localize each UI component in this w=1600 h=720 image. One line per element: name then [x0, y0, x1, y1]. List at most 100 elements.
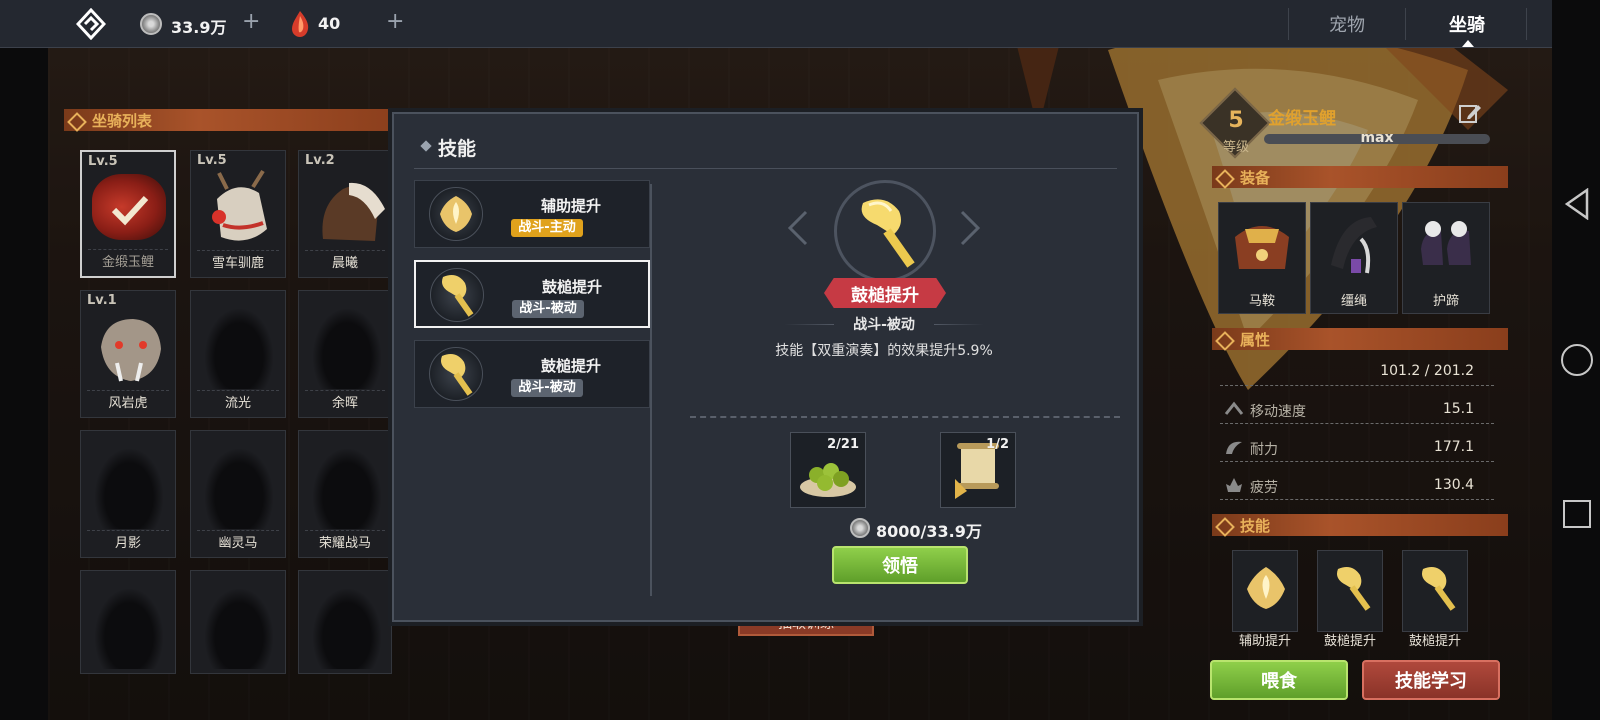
skill-icon-frame	[430, 268, 484, 322]
mount-slot[interactable]: 余晖	[298, 290, 392, 418]
add-silver-coin-button[interactable]: +	[242, 9, 260, 34]
slot-divider	[88, 249, 168, 250]
mount-name: 晨曦	[331, 256, 358, 271]
skill-list-item[interactable]: 鼓槌提升 战斗-被动	[414, 340, 650, 408]
mount-name: 荣耀战马	[318, 536, 371, 551]
drumstick-icon	[442, 275, 474, 317]
system-navigation-bar	[1552, 0, 1600, 720]
equipment-header: 装备	[1212, 166, 1508, 188]
material-slot[interactable]: 2/21	[790, 432, 866, 508]
mount-slot[interactable]	[80, 570, 176, 674]
locked-mount-silhouette	[205, 589, 273, 669]
home-icon[interactable]	[1561, 344, 1593, 376]
drumstick-icon	[441, 354, 473, 396]
mount-name: 月影	[114, 536, 141, 551]
silver-coin-icon	[140, 13, 162, 35]
comprehend-button[interactable]: 领悟	[832, 546, 968, 584]
slot-divider	[87, 390, 169, 391]
attribute-value: 101.2 / 201.2	[1380, 363, 1474, 379]
equipment-slot-hoof-guard[interactable]: 护蹄	[1402, 202, 1490, 314]
slot-divider	[87, 530, 169, 531]
learn-cost: 8000/33.9万	[876, 522, 982, 541]
drumstick-icon	[1422, 567, 1456, 611]
top-bar-divider	[0, 47, 1552, 48]
mount-slot[interactable]: 流光	[190, 290, 286, 418]
mount-name: 雪车驯鹿	[211, 256, 264, 271]
back-icon[interactable]	[1564, 188, 1590, 220]
tab-pets[interactable]: 宠物	[1296, 6, 1398, 42]
mount-name: 幽灵马	[218, 536, 258, 551]
mount-name: 金缎玉鲤	[101, 255, 154, 270]
feed-button[interactable]: 喂食	[1210, 660, 1348, 700]
learn-skill-button[interactable]: 技能学习	[1362, 660, 1500, 700]
mount-slot[interactable]	[190, 570, 286, 674]
mount-slot[interactable]: Lv.2 晨曦	[298, 150, 392, 278]
right-ornament-icon	[960, 210, 981, 246]
tiger-portrait	[101, 319, 161, 382]
attribute-value: 130.4	[1433, 477, 1474, 493]
skill-detail-type: 战斗-被动	[834, 314, 934, 334]
material-slot[interactable]: 1/2	[940, 432, 1016, 508]
skill-detail-name: 鼓槌提升	[824, 278, 946, 308]
slot-divider	[197, 250, 279, 251]
modal-column-divider	[650, 184, 652, 596]
locked-mount-silhouette	[95, 449, 163, 529]
slot-divider	[305, 250, 385, 251]
slot-divider	[197, 530, 279, 531]
skill-slot[interactable]	[1402, 550, 1468, 632]
title-diamond-icon	[420, 140, 432, 152]
equipment-name: 缰绳	[1340, 294, 1367, 309]
mount-slot[interactable]: Lv.5 金缎玉鲤	[80, 150, 176, 278]
add-crystal-button[interactable]: +	[386, 9, 404, 34]
mount-list-header: 坐骑列表	[64, 109, 402, 131]
saddle-icon	[1235, 226, 1289, 269]
attributes-title: 属性	[1240, 330, 1271, 349]
equipment-name: 护蹄	[1432, 294, 1459, 309]
level-progress-label: max	[1360, 130, 1394, 146]
skill-list-item[interactable]: 辅助提升 战斗-主动	[414, 180, 650, 248]
skill-list-name: 鼓槌提升	[541, 278, 602, 296]
mount-list-title: 坐骑列表	[92, 111, 153, 130]
active-tab-indicator	[1462, 40, 1474, 47]
crystal-amount: 40	[318, 14, 341, 33]
mount-slot[interactable]: 幽灵马	[190, 430, 286, 558]
edit-name-icon[interactable]	[1458, 102, 1482, 126]
skill-icon-frame	[429, 347, 483, 401]
locked-mount-silhouette	[205, 309, 273, 389]
mount-slot[interactable]: 荣耀战马	[298, 430, 392, 558]
mount-slot[interactable]: Lv.5 雪车驯鹿	[190, 150, 286, 278]
reindeer-portrait	[212, 169, 267, 241]
mount-slot[interactable]: Lv.1 风岩虎	[80, 290, 176, 418]
modal-title: 技能	[438, 138, 477, 160]
game-logo-icon[interactable]	[76, 8, 106, 40]
equipment-slot-reins[interactable]: 缰绳	[1310, 202, 1398, 314]
locked-mount-silhouette	[313, 449, 381, 529]
recents-icon[interactable]	[1563, 500, 1591, 528]
stamina-icon	[1226, 441, 1242, 454]
silver-coin-icon	[850, 518, 870, 538]
mount-slot[interactable]: 月影	[80, 430, 176, 558]
fatigue-icon	[1226, 478, 1242, 492]
red-crystal-icon	[292, 11, 309, 37]
mount-level-number: 5	[1228, 108, 1244, 133]
attribute-row: 101.2 / 201.2	[1220, 358, 1494, 386]
skills-title: 技能	[1240, 516, 1271, 535]
locked-mount-silhouette	[95, 589, 163, 669]
mount-level: Lv.5	[197, 153, 227, 168]
skill-list-item-selected[interactable]: 鼓槌提升 战斗-被动	[414, 260, 650, 328]
reins-icon	[1331, 217, 1377, 274]
skill-slot[interactable]	[1317, 550, 1383, 632]
locked-mount-silhouette	[313, 589, 381, 669]
equipment-slot-saddle[interactable]: 马鞍	[1218, 202, 1306, 314]
green-fruit-plate-icon	[800, 463, 856, 497]
attribute-label: 耐力	[1250, 442, 1278, 458]
tab-separator	[1288, 8, 1289, 40]
skill-slot[interactable]	[1232, 550, 1298, 632]
mount-level: Lv.5	[88, 154, 118, 169]
attribute-row: 疲劳 130.4	[1220, 472, 1494, 500]
mount-name: 风岩虎	[108, 396, 148, 411]
mount-slot[interactable]	[298, 570, 392, 674]
skill-icon-frame	[429, 187, 483, 241]
skill-modal: 技能 辅助提升 战斗-主动 鼓槌提升 战斗-被动 鼓槌提升 战斗-被动 鼓槌提升…	[392, 112, 1139, 622]
tab-mounts[interactable]: 坐骑	[1412, 6, 1522, 42]
